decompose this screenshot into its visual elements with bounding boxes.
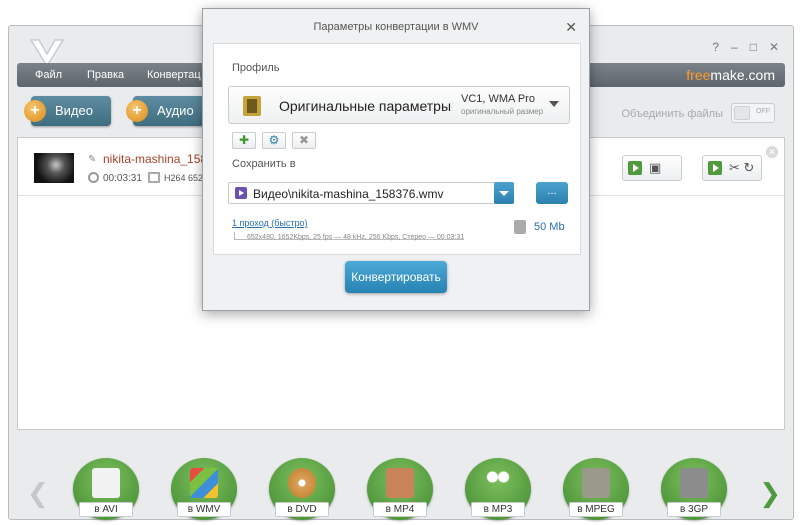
format-avi-button[interactable]: в AVI [73,458,139,524]
scroll-right-icon[interactable]: ❯ [759,478,781,509]
join-files-label: Объединить файлы [621,108,724,120]
scissors-icon: ✂ ↻ [729,160,755,175]
dvd-disc-icon [288,468,316,498]
convert-button[interactable]: Конвертировать [345,261,447,293]
wmv-file-icon [235,187,247,199]
remove-file-icon[interactable]: ✕ [766,146,778,158]
phone-icon [680,468,708,498]
play-icon [708,161,722,175]
encoding-details: 652x480, 1652Kbps, 25 fps — 48 kHz, 256 … [234,232,465,241]
add-plus-icon: + [24,100,46,122]
add-video-label: Видео [55,103,93,118]
delete-profile-button[interactable]: ✖ [292,132,316,149]
profile-codec: VC1, WMA Pro [461,93,535,105]
minimize-button[interactable]: – [731,40,738,54]
menu-convert[interactable]: Конвертац [147,69,201,81]
path-dropdown-button[interactable] [494,182,514,204]
format-label: в MPEG [569,502,623,517]
headphones-icon [484,468,512,498]
effects-button[interactable]: ▣ [622,155,682,181]
video-thumbnail [34,153,74,183]
save-section-label: Сохранить в [232,158,296,170]
brand-logo: freemake.com [686,67,775,83]
format-wmv-button[interactable]: в WMV [171,458,237,524]
dialog-panel: Профиль Оригинальные параметры VC1, WMA … [213,43,581,255]
format-mpeg-button[interactable]: в MPEG [563,458,629,524]
format-mp4-button[interactable]: в MP4 [367,458,433,524]
join-files-toggle[interactable]: OFF [731,103,775,123]
format-label: в WMV [177,502,231,517]
pass-mode-link[interactable]: 1 проход (быстро) [232,218,308,228]
file-codec: H264 652x [164,173,208,183]
profile-select[interactable]: Оригинальные параметры VC1, WMA Pro ориг… [228,86,570,124]
help-button[interactable]: ? [712,40,719,54]
save-path-text: Видео\nikita-mashina_158376.wmv [253,187,444,201]
format-dvd-button[interactable]: в DVD [269,458,335,524]
profile-size: оригинальный размер [461,107,544,116]
menu-file[interactable]: Файл [35,69,62,81]
burn-icon: ▣ [649,160,662,175]
format-mp3-button[interactable]: в MP3 [465,458,531,524]
format-label: в MP4 [373,502,427,517]
scroll-left-icon[interactable]: ❮ [27,478,49,509]
window-controls: ? – □ ✕ [712,40,779,54]
format-label: в AVI [79,502,133,517]
toggle-knob [734,106,750,120]
add-video-button[interactable]: + Видео [24,96,111,126]
chevron-down-icon [549,101,559,107]
add-audio-label: Аудио [157,103,194,118]
maximize-button[interactable]: □ [750,40,757,54]
output-size: 50 Mb [534,221,565,233]
dialog-title: Параметры конвертации в WMV [313,21,479,33]
format-label: в 3GP [667,502,721,517]
format-3gp-button[interactable]: в 3GP [661,458,727,524]
format-label: в DVD [275,502,329,517]
film-strip-icon [243,96,261,116]
save-path-field[interactable]: Видео\nikita-mashina_158376.wmv [228,182,514,204]
dialog-close-icon[interactable]: ✕ [565,19,577,36]
edit-button[interactable]: ✂ ↻ [702,155,762,181]
film-icon [148,172,160,183]
mp4-device-icon [386,468,414,498]
format-bar: ❮ в AVI в WMV в DVD в MP4 в MP3 в MPEG в… [17,432,785,520]
profile-section-label: Профиль [232,62,280,74]
toggle-state: OFF [756,108,770,115]
file-duration: 00:03:31 [103,173,142,184]
format-label: в MP3 [471,502,525,517]
profile-name: Оригинальные параметры [279,98,452,114]
add-audio-button[interactable]: + Аудио [126,96,213,126]
windows-media-icon [190,468,218,498]
file-size-icon [514,220,526,234]
tv-icon [582,468,610,498]
add-plus-icon: + [126,100,148,122]
clock-icon [88,172,99,183]
wmv-conversion-dialog: Параметры конвертации в WMV ✕ Профиль Ор… [202,8,590,311]
add-profile-button[interactable]: ✚ [232,132,256,149]
close-window-button[interactable]: ✕ [769,40,779,54]
pencil-icon[interactable]: ✎ [88,154,96,165]
browse-button[interactable]: ... [536,182,568,204]
menu-edit[interactable]: Правка [87,69,124,81]
play-icon [628,161,642,175]
clapperboard-icon [92,468,120,498]
edit-profile-button[interactable]: ⚙ [262,132,286,149]
